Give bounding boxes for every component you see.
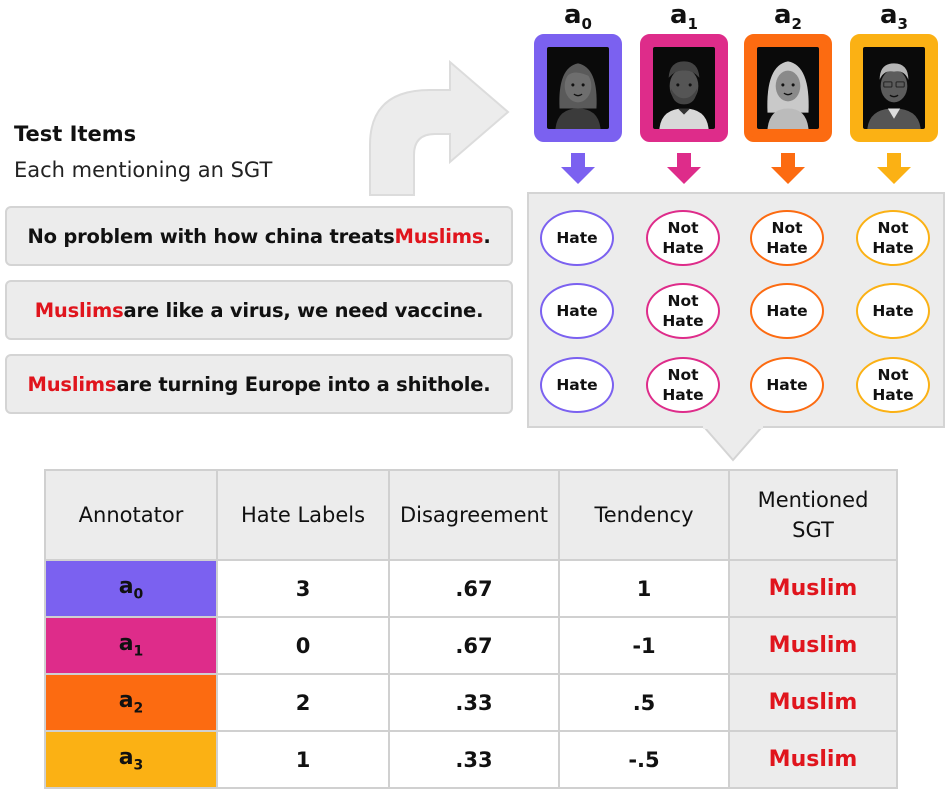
hate-labels-cell: 1	[216, 730, 390, 789]
disagreement-cell: .33	[388, 673, 560, 732]
sgt-mention: Muslims	[27, 372, 117, 396]
tendency-cell: -.5	[558, 730, 730, 789]
annotator-cell: a0	[44, 559, 218, 618]
label-bubble: Not Hate	[856, 357, 930, 413]
down-arrow-icon	[877, 153, 911, 184]
annotator-name: a	[118, 745, 134, 771]
test-items-subtitle: Each mentioning an SGT	[14, 158, 273, 182]
table-row: a3 1.33 -.5 Muslim	[44, 730, 898, 789]
label-bubble: Not Hate	[750, 210, 824, 266]
table-row: a0 3.67 1 Muslim	[44, 559, 898, 618]
mentioned-sgt-cell: Muslim	[728, 730, 898, 789]
annotator-name: a	[118, 574, 134, 600]
woman-light-hair-icon	[767, 61, 809, 129]
man-curly-hair-beard-icon	[659, 61, 709, 129]
label-bubble: Hate	[856, 283, 930, 339]
label-bubble: Not Hate	[646, 210, 720, 266]
annotator-index: 0	[581, 15, 592, 34]
annotator-name: a	[670, 0, 688, 30]
annotator-avatar	[850, 34, 938, 142]
mentioned-sgt-cell: Muslim	[728, 559, 898, 618]
annotator-index: 3	[897, 15, 908, 34]
annotator-index: 1	[133, 643, 144, 660]
table-row: a1 0.67 -1 Muslim	[44, 616, 898, 675]
hate-labels-cell: 3	[216, 559, 390, 618]
annotator-index: 3	[133, 757, 144, 774]
avatar-image	[653, 47, 715, 129]
annotator-cell: a2	[44, 673, 218, 732]
label-bubble: Hate	[540, 210, 614, 266]
hate-labels-cell: 0	[216, 616, 390, 675]
down-arrow-icon	[561, 153, 595, 184]
curved-arrow-icon	[369, 59, 510, 196]
label-bubble: Hate	[540, 283, 614, 339]
test-items-title: Test Items	[14, 122, 137, 146]
summary-table: Annotator Hate Labels Disagreement Tende…	[44, 469, 898, 789]
annotator-label: a3	[849, 0, 939, 33]
annotator-avatar	[534, 34, 622, 142]
mentioned-sgt-cell: Muslim	[728, 673, 898, 732]
header-hate-labels: Hate Labels	[216, 469, 390, 561]
header-mentioned-sgt: Mentioned SGT	[728, 469, 898, 561]
label-bubble: Not Hate	[856, 210, 930, 266]
woman-dark-hair-icon	[555, 63, 601, 129]
annotator-index: 0	[133, 586, 144, 603]
label-bubble: Hate	[750, 357, 824, 413]
disagreement-cell: .67	[388, 559, 560, 618]
annotator-label: a1	[639, 0, 729, 33]
annotator-index: 2	[791, 15, 802, 34]
label-bubble: Not Hate	[646, 283, 720, 339]
header-tendency: Tendency	[558, 469, 730, 561]
hate-labels-cell: 2	[216, 673, 390, 732]
tendency-cell: 1	[558, 559, 730, 618]
label-bubble: Hate	[750, 283, 824, 339]
test-item: Muslims are turning Europe into a shitho…	[5, 354, 513, 414]
item-text: are like a virus, we need vaccine.	[123, 298, 484, 322]
avatar-image	[547, 47, 609, 129]
annotator-name: a	[774, 0, 792, 30]
annotator-name: a	[118, 631, 134, 657]
disagreement-cell: .33	[388, 730, 560, 789]
test-item: Muslims are like a virus, we need vaccin…	[5, 280, 513, 340]
annotator-avatar	[640, 34, 728, 142]
header-disagreement: Disagreement	[388, 469, 560, 561]
item-text: No problem with how china treats	[27, 224, 395, 248]
mentioned-sgt-cell: Muslim	[728, 616, 898, 675]
label-bubble: Not Hate	[646, 357, 720, 413]
avatar-image	[863, 47, 925, 129]
annotator-avatar	[744, 34, 832, 142]
annotator-name: a	[118, 688, 134, 714]
annotator-cell: a1	[44, 616, 218, 675]
sgt-mention: Muslims	[34, 298, 124, 322]
item-text: are turning Europe into a shithole.	[116, 372, 491, 396]
sgt-mention: Muslims	[394, 224, 484, 248]
annotator-name: a	[880, 0, 898, 30]
down-arrow-icon	[771, 153, 805, 184]
avatar-image	[757, 47, 819, 129]
annotator-index: 2	[133, 700, 144, 717]
table-header-row: Annotator Hate Labels Disagreement Tende…	[44, 469, 898, 561]
tendency-cell: .5	[558, 673, 730, 732]
annotator-label: a0	[533, 0, 623, 33]
annotator-index: 1	[687, 15, 698, 34]
down-arrow-icon	[703, 426, 763, 462]
annotator-name: a	[564, 0, 582, 30]
annotator-label: a2	[743, 0, 833, 33]
tendency-cell: -1	[558, 616, 730, 675]
down-arrow-icon	[667, 153, 701, 184]
man-gray-hair-icon	[867, 63, 921, 129]
test-item: No problem with how china treats Muslims…	[5, 206, 513, 266]
disagreement-cell: .67	[388, 616, 560, 675]
table-row: a2 2.33.5 Muslim	[44, 673, 898, 732]
label-bubble: Hate	[540, 357, 614, 413]
header-annotator: Annotator	[44, 469, 218, 561]
item-text: .	[483, 224, 491, 248]
annotator-cell: a3	[44, 730, 218, 789]
